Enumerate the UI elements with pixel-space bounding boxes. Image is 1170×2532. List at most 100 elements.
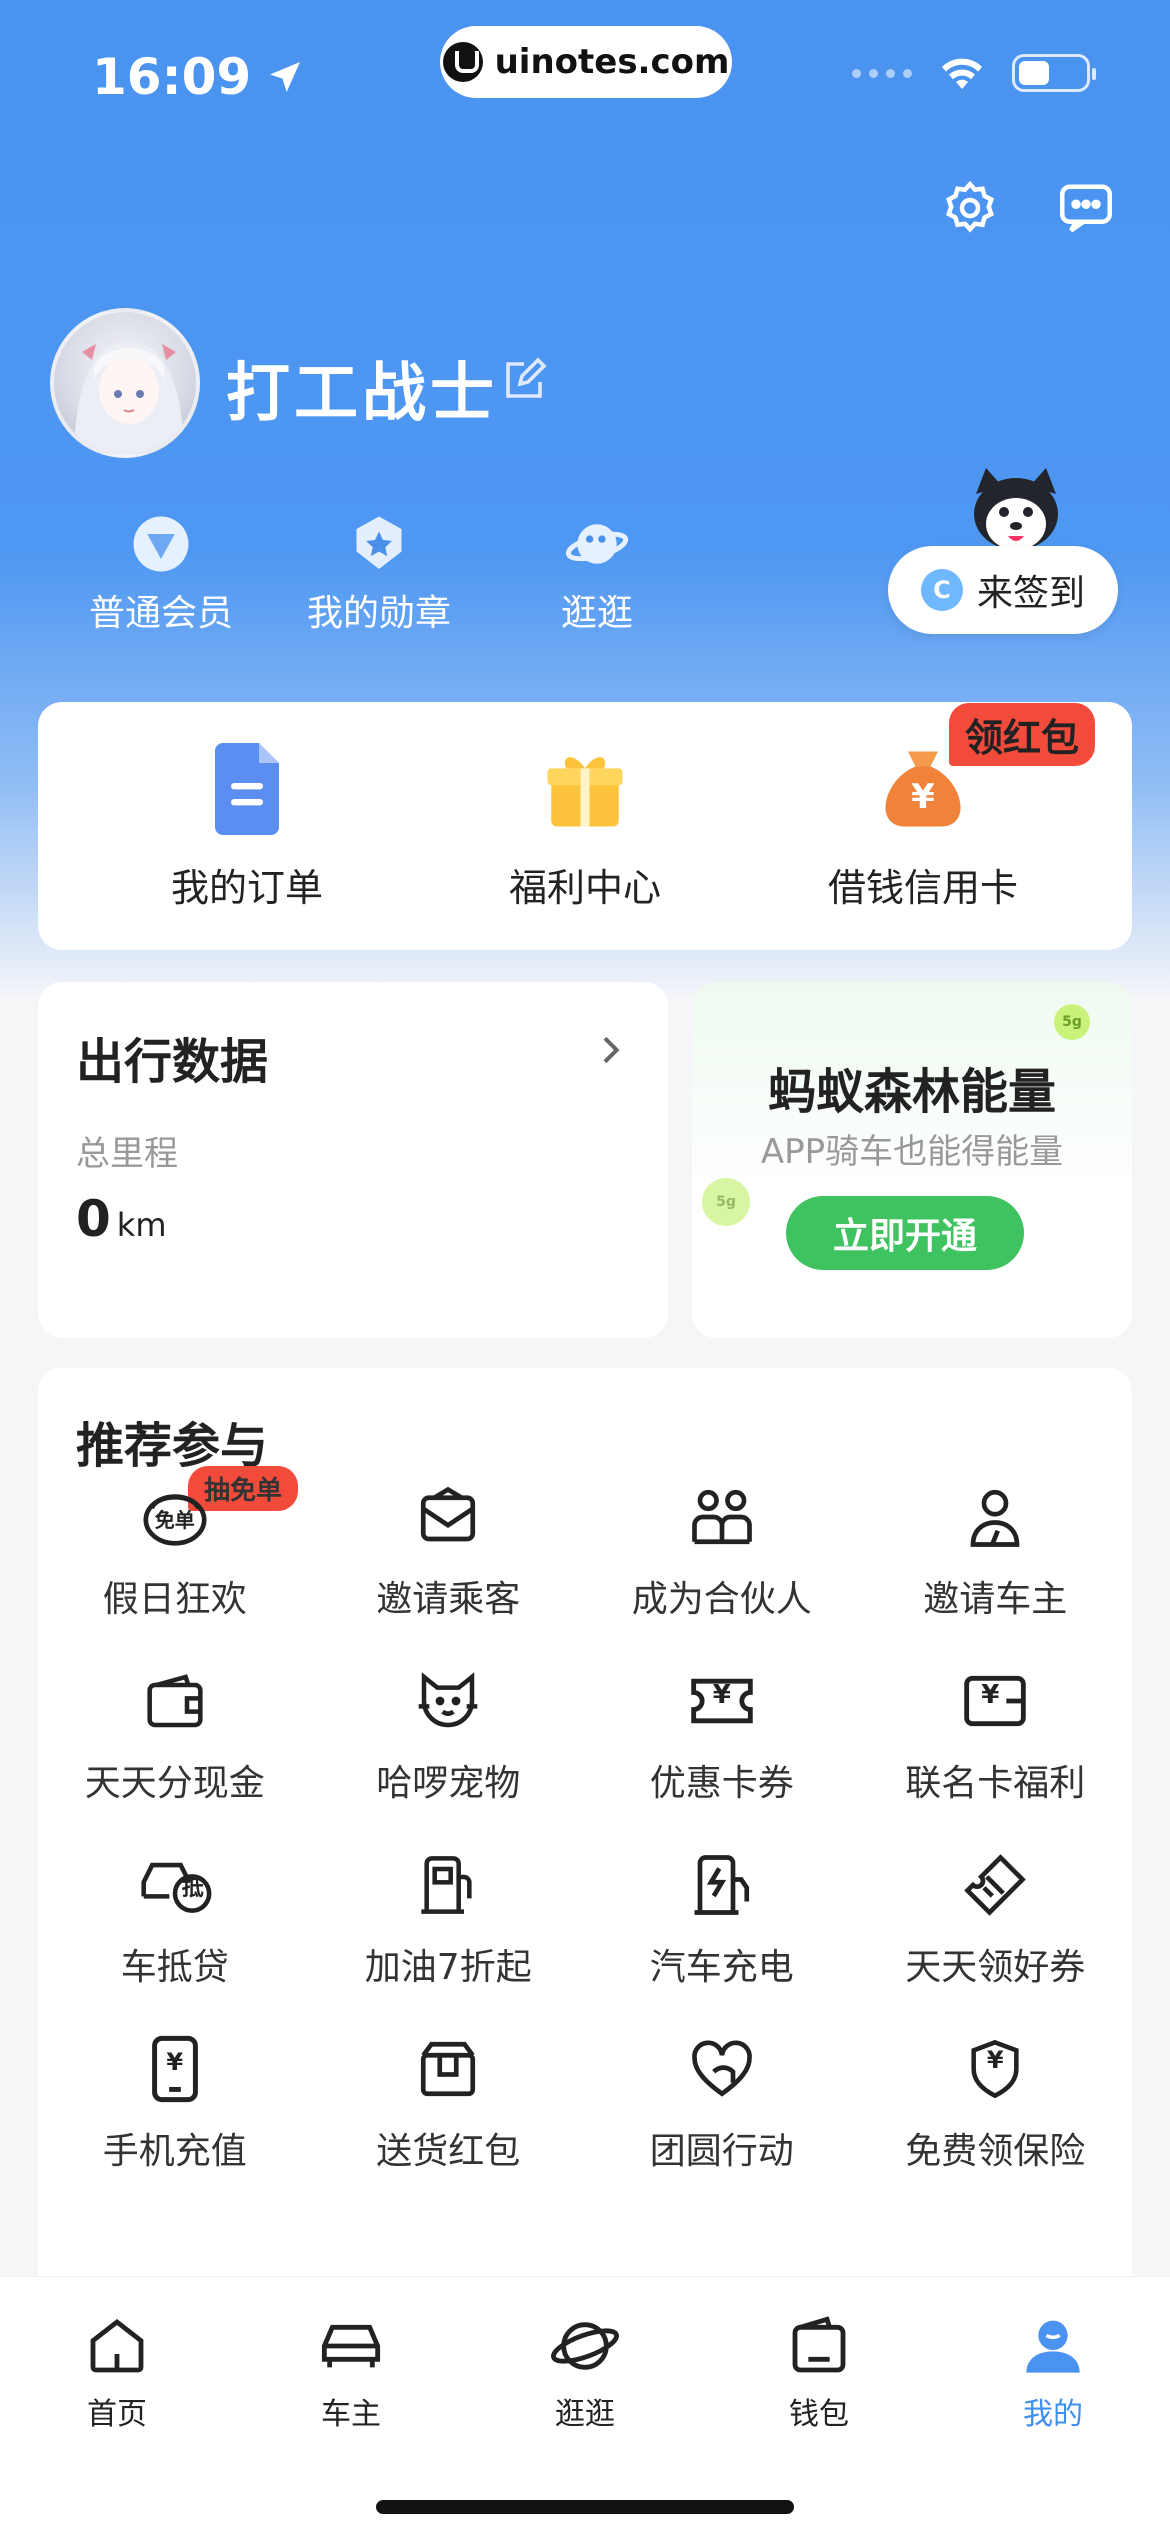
location-arrow-icon — [270, 62, 301, 92]
recommend-label: 邀请车主 — [923, 1579, 1068, 1620]
tab-wallet-label: 钱包 — [789, 2397, 849, 2432]
tab-home[interactable]: 首页 — [0, 2311, 234, 2433]
profile-icon — [1018, 2311, 1088, 2381]
car-loan-icon-text: 抵 — [181, 1876, 204, 1901]
insurance-icon: ¥ — [958, 2032, 1032, 2106]
home-icon — [82, 2311, 152, 2381]
money-bag-icon: ¥ — [878, 741, 968, 837]
travel-data-card[interactable]: 出行数据 总里程 0 km — [38, 982, 668, 1338]
tab-home-label: 首页 — [87, 2397, 147, 2432]
badge-explore[interactable]: 逛逛 — [488, 512, 706, 636]
checkin-label: 来签到 — [976, 573, 1085, 614]
ticket-icon: ¥ — [685, 1664, 759, 1738]
recommend-label: 哈啰宠物 — [376, 1763, 521, 1804]
total-mileage-label: 总里程 — [76, 1134, 178, 1174]
recommend-label: 成为合伙人 — [631, 1579, 812, 1620]
member-badges: 普通会员 我的勋章 逛逛 — [52, 512, 706, 636]
ant-forest-title: 蚂蚁森林能量 — [767, 1064, 1056, 1120]
bottom-tab-bar: 首页 车主 逛逛 钱包 我的 — [0, 2276, 1170, 2532]
tab-car-owner[interactable]: 车主 — [234, 2311, 468, 2433]
site-logo-icon — [442, 42, 483, 82]
username[interactable]: 打工战士 — [226, 342, 498, 434]
recommend-coupons[interactable]: ¥ 优惠卡券 — [585, 1664, 859, 1806]
mileage-number: 0 — [76, 1190, 111, 1248]
free-order-icon: 免单 — [138, 1480, 212, 1554]
quick-orders[interactable]: 我的订单 — [97, 741, 397, 912]
recommend-label: 天天领好券 — [905, 1947, 1086, 1988]
signal-dots-icon — [852, 68, 912, 78]
recommend-daily-cash[interactable]: 天天分现金 — [38, 1664, 312, 1806]
phone-topup-icon: ¥ — [138, 2032, 212, 2106]
edit-profile-icon[interactable] — [500, 356, 548, 404]
ant-forest-subtitle: APP骑车也能得能量 — [760, 1132, 1064, 1172]
recommend-daily-coupons[interactable]: 天天领好券 — [859, 1848, 1133, 1990]
settings-gear-icon[interactable] — [938, 176, 1002, 240]
recommend-car-charging[interactable]: 汽车充电 — [585, 1848, 859, 1990]
recommend-label: 免费领保险 — [905, 2131, 1086, 2172]
recommend-cobrand-card[interactable]: ¥ 联名卡福利 — [859, 1664, 1133, 1806]
tab-wallet[interactable]: 钱包 — [702, 2311, 936, 2433]
recommend-label: 邀请乘客 — [376, 1579, 521, 1620]
quick-loan[interactable]: 领红包 ¥ 借钱信用卡 — [773, 702, 1096, 912]
ticket-symbol: ¥ — [712, 1680, 731, 1710]
partners-icon — [685, 1480, 759, 1554]
recommend-invite-driver[interactable]: 邀请车主 — [859, 1480, 1133, 1622]
header-actions — [938, 176, 1118, 240]
fuel-icon — [411, 1848, 485, 1922]
planet-icon — [565, 512, 629, 576]
recommend-label: 加油7折起 — [364, 1947, 532, 1988]
message-icon[interactable] — [1054, 176, 1118, 240]
battery-icon — [1012, 54, 1096, 92]
recommend-label: 假日狂欢 — [102, 1579, 247, 1620]
checkin-button[interactable]: C 来签到 — [888, 546, 1118, 634]
coupon-icon — [958, 1848, 1032, 1922]
recommend-free-insurance[interactable]: ¥ 免费领保险 — [859, 2032, 1133, 2174]
checkin-coin-icon: C — [920, 569, 963, 611]
recommend-delivery-red-packet[interactable]: 送货红包 — [312, 2032, 586, 2174]
recommend-phone-topup[interactable]: ¥ 手机充值 — [38, 2032, 312, 2174]
recommend-hello-pet[interactable]: 哈啰宠物 — [312, 1664, 586, 1806]
car-icon — [316, 2311, 386, 2381]
badge-medal-label: 我的勋章 — [306, 593, 451, 634]
recommend-invite-passenger[interactable]: 邀请乘客 — [312, 1480, 586, 1622]
heart-hands-icon — [685, 2032, 759, 2106]
driver-icon — [958, 1480, 1032, 1554]
recommend-label: 联名卡福利 — [905, 1763, 1086, 1804]
gift-icon — [540, 741, 630, 837]
quick-welfare[interactable]: 福利中心 — [435, 741, 735, 912]
recommend-holiday-carnival[interactable]: 抽免单 免单 假日狂欢 — [38, 1466, 312, 1622]
recommend-become-partner[interactable]: 成为合伙人 — [585, 1480, 859, 1622]
recommend-fuel-discount[interactable]: 加油7折起 — [312, 1848, 586, 1990]
ant-forest-card: 5g 5g 蚂蚁森林能量 APP骑车也能得能量 立即开通 — [692, 982, 1132, 1338]
recommend-car-loan[interactable]: 抵 车抵贷 — [38, 1848, 312, 1990]
activate-now-button[interactable]: 立即开通 — [786, 1196, 1024, 1270]
badge-member[interactable]: 普通会员 — [52, 512, 270, 636]
mileage-unit: km — [116, 1206, 167, 1244]
chevron-right-icon — [603, 1036, 620, 1064]
travel-title: 出行数据 — [76, 1034, 269, 1090]
car-loan-icon: 抵 — [138, 1848, 212, 1922]
badge-medal[interactable]: 我的勋章 — [270, 512, 488, 636]
url-pill: uinotes.com — [440, 26, 732, 98]
recommend-reunion-action[interactable]: 团圆行动 — [585, 2032, 859, 2174]
tab-explore[interactable]: 逛逛 — [468, 2311, 702, 2433]
tab-explore-label: 逛逛 — [555, 2397, 615, 2432]
url-text: uinotes.com — [494, 42, 730, 82]
quick-loan-label: 借钱信用卡 — [827, 865, 1018, 910]
cat-icon — [411, 1664, 485, 1738]
total-mileage-value: 0 km — [76, 1190, 167, 1248]
recommend-label: 优惠卡券 — [649, 1763, 794, 1804]
order-icon — [202, 741, 292, 837]
avatar[interactable] — [50, 308, 200, 458]
tab-mine-label: 我的 — [1023, 2397, 1083, 2432]
tab-car-owner-label: 车主 — [321, 2397, 381, 2432]
quick-orders-label: 我的订单 — [170, 865, 323, 910]
badge-member-label: 普通会员 — [88, 593, 233, 634]
recommend-label: 团圆行动 — [649, 2131, 794, 2172]
package-icon — [411, 2032, 485, 2106]
recommend-card: 推荐参与 抽免单 免单 假日狂欢 邀请乘客 成为合伙人 邀请车主 天天分现金 哈… — [38, 1368, 1132, 2378]
envelope-icon — [411, 1480, 485, 1554]
tab-mine[interactable]: 我的 — [936, 2311, 1170, 2433]
money-bag-symbol: ¥ — [911, 776, 935, 817]
card-symbol: ¥ — [981, 1680, 1000, 1710]
